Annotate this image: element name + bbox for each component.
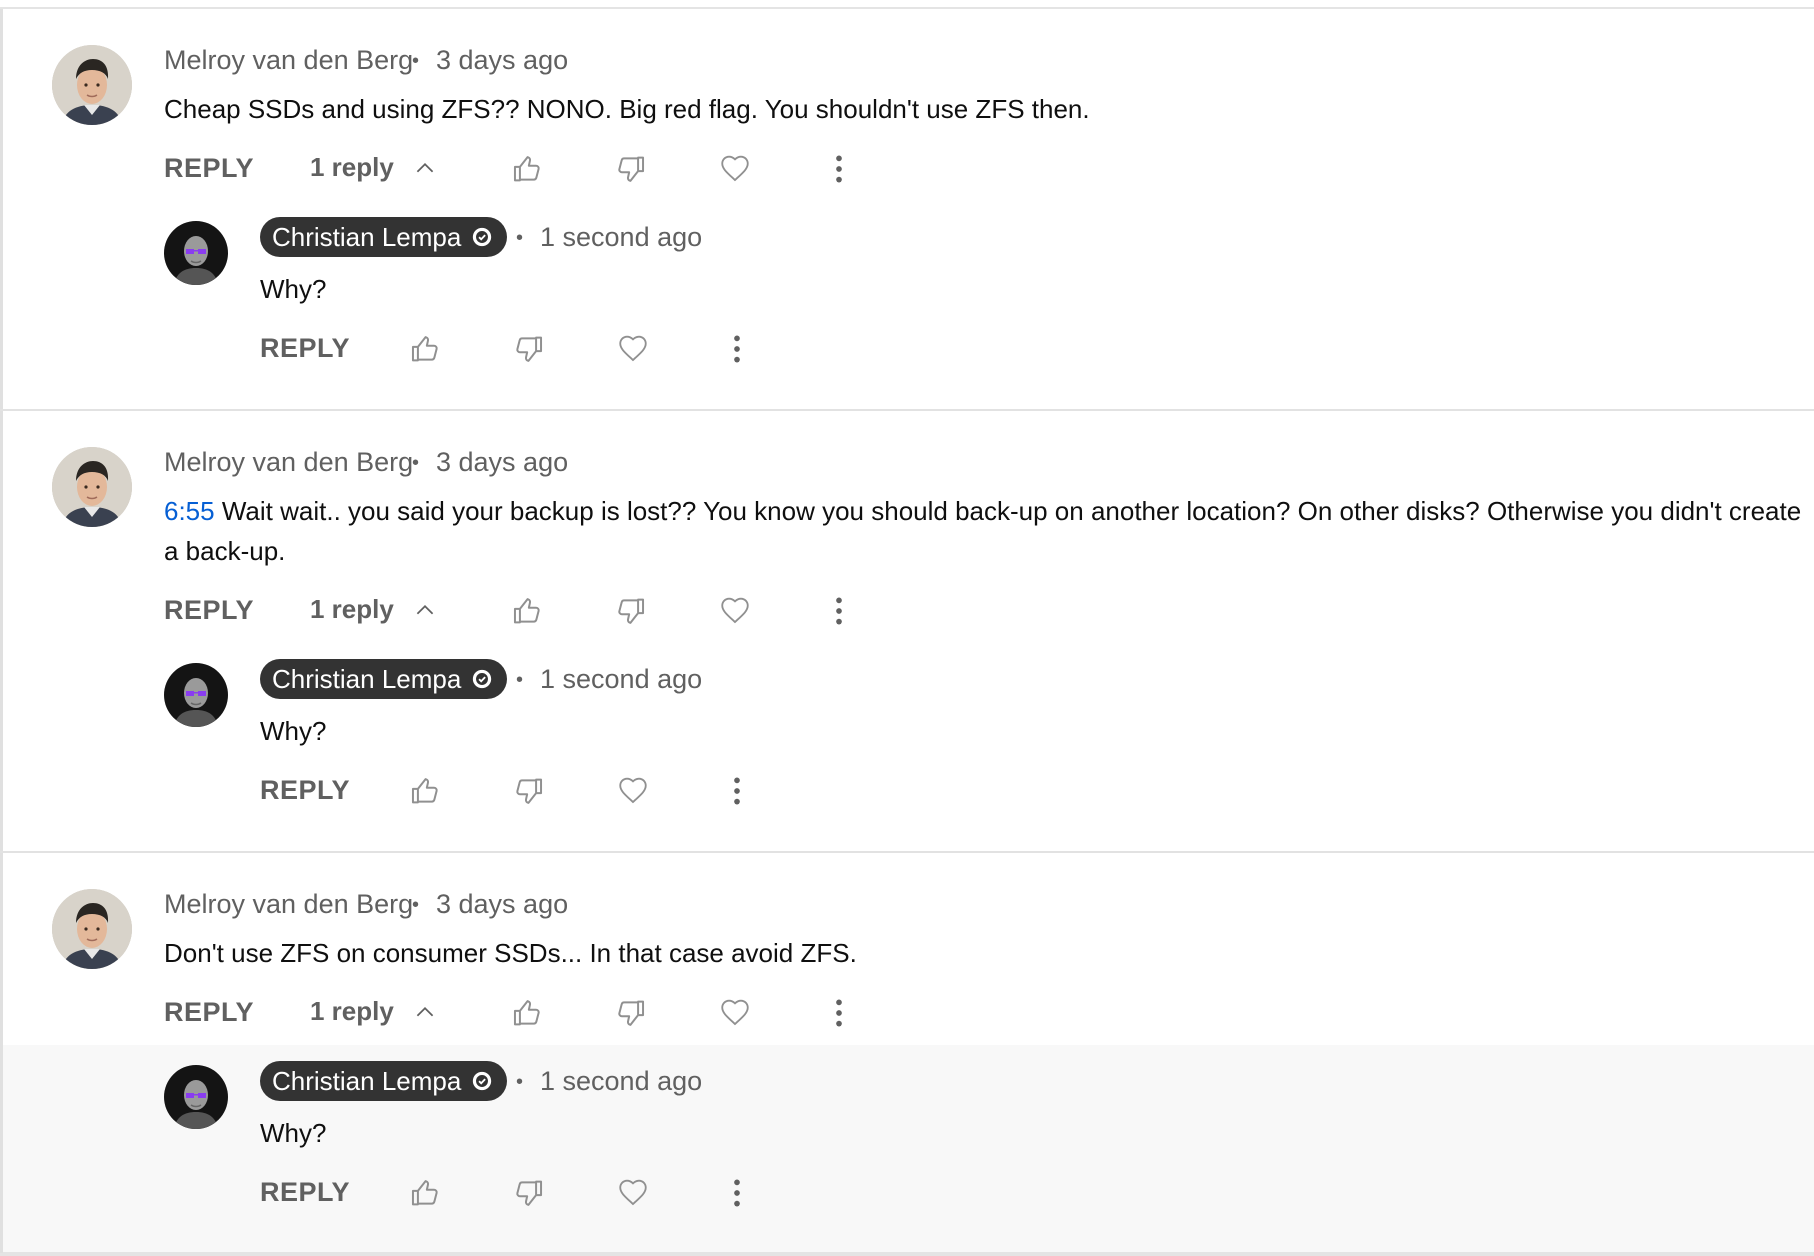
timestamp-link[interactable]: 6:55 (164, 496, 215, 526)
avatar[interactable] (52, 45, 132, 125)
reply-time[interactable]: 1 second ago (540, 1066, 702, 1097)
verified-check-icon (471, 1070, 493, 1092)
replies-count: 1 reply (310, 152, 394, 182)
comment-text: Cheap SSDs and using ZFS?? NONO. Big red… (164, 89, 1804, 129)
thumbs-up-icon[interactable] (510, 996, 544, 1030)
replies-toggle[interactable]: 1 reply (310, 152, 438, 183)
replies-toggle[interactable]: 1 reply (310, 594, 438, 625)
comment-body: Cheap SSDs and using ZFS?? NONO. Big red… (164, 94, 1090, 124)
channel-owner-badge[interactable]: Christian Lempa (260, 659, 508, 699)
replies-count: 1 reply (310, 996, 394, 1026)
channel-owner-badge[interactable]: Christian Lempa (260, 217, 508, 257)
reply-button[interactable]: REPLY (164, 595, 254, 626)
thumbs-down-icon[interactable] (512, 774, 546, 808)
thumbs-down-icon[interactable] (614, 996, 648, 1030)
heart-icon[interactable] (616, 1175, 650, 1209)
thumbs-up-icon[interactable] (408, 774, 442, 808)
separator-dot: • (516, 1071, 524, 1093)
heart-icon[interactable] (718, 151, 752, 185)
verified-check-icon (471, 226, 493, 248)
avatar[interactable] (52, 447, 132, 527)
comment-time[interactable]: 3 days ago (436, 447, 568, 478)
chevron-up-icon (412, 597, 438, 623)
comment-author[interactable]: Melroy van den Berg (164, 447, 413, 478)
reply-text: Why? (260, 716, 327, 746)
thumbs-up-icon[interactable] (408, 1176, 442, 1210)
reply-time[interactable]: 1 second ago (540, 664, 702, 695)
more-vert-icon[interactable] (720, 1176, 754, 1210)
chevron-up-icon (412, 155, 438, 181)
reply-button[interactable]: REPLY (260, 1177, 350, 1208)
separator-dot: • (516, 227, 524, 249)
more-vert-icon[interactable] (822, 996, 856, 1030)
reply-button[interactable]: REPLY (260, 775, 350, 806)
comment-time[interactable]: 3 days ago (436, 889, 568, 920)
comment-body: Wait wait.. you said your backup is lost… (164, 496, 1802, 566)
heart-icon[interactable] (616, 773, 650, 807)
comment-time[interactable]: 3 days ago (436, 45, 568, 76)
thumbs-up-icon[interactable] (408, 332, 442, 366)
comment-text: Don't use ZFS on consumer SSDs... In tha… (164, 933, 1804, 973)
chevron-up-icon (412, 999, 438, 1025)
reply-author: Christian Lempa (272, 1065, 462, 1096)
separator-dot: • (412, 894, 420, 916)
more-vert-icon[interactable] (822, 152, 856, 186)
reply-button[interactable]: REPLY (260, 333, 350, 364)
top-divider (0, 0, 1814, 9)
thumbs-up-icon[interactable] (510, 152, 544, 186)
reply-time[interactable]: 1 second ago (540, 222, 702, 253)
thumbs-down-icon[interactable] (512, 332, 546, 366)
reply-button[interactable]: REPLY (164, 997, 254, 1028)
more-vert-icon[interactable] (720, 774, 754, 808)
thumbs-up-icon[interactable] (510, 594, 544, 628)
comment-author[interactable]: Melroy van den Berg (164, 889, 413, 920)
separator-dot: • (412, 452, 420, 474)
heart-icon[interactable] (616, 331, 650, 365)
reply-author: Christian Lempa (272, 663, 462, 694)
more-vert-icon[interactable] (720, 332, 754, 366)
heart-icon[interactable] (718, 995, 752, 1029)
reply-button[interactable]: REPLY (164, 153, 254, 184)
replies-toggle[interactable]: 1 reply (310, 996, 438, 1027)
reply-text: Why? (260, 1118, 327, 1148)
thumbs-down-icon[interactable] (614, 594, 648, 628)
heart-icon[interactable] (718, 593, 752, 627)
reply-avatar[interactable] (164, 221, 228, 285)
comment-body: Don't use ZFS on consumer SSDs... In tha… (164, 938, 857, 968)
replies-count: 1 reply (310, 594, 394, 624)
reply-text: Why? (260, 274, 327, 304)
comment-text: 6:55 Wait wait.. you said your backup is… (164, 491, 1809, 571)
more-vert-icon[interactable] (822, 594, 856, 628)
verified-check-icon (471, 668, 493, 690)
reply-author: Christian Lempa (272, 221, 462, 252)
separator-dot: • (412, 50, 420, 72)
avatar[interactable] (52, 889, 132, 969)
comment-author[interactable]: Melroy van den Berg (164, 45, 413, 76)
thumbs-down-icon[interactable] (614, 152, 648, 186)
reply-avatar[interactable] (164, 663, 228, 727)
separator-dot: • (516, 669, 524, 691)
thumbs-down-icon[interactable] (512, 1176, 546, 1210)
reply-avatar[interactable] (164, 1065, 228, 1129)
channel-owner-badge[interactable]: Christian Lempa (260, 1061, 508, 1101)
